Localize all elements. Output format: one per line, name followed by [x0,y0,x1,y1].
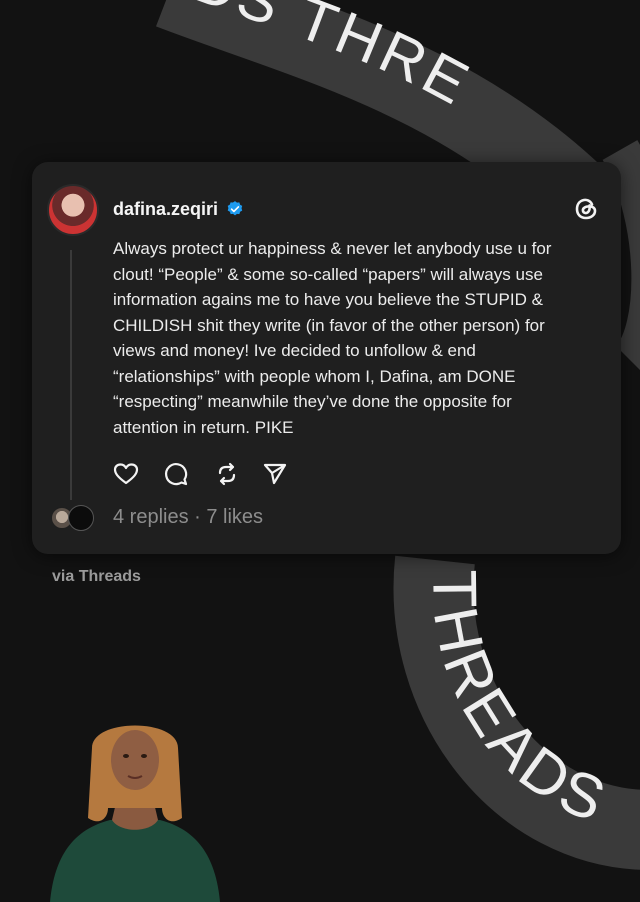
threads-logo-icon[interactable] [571,194,601,224]
ribbon-side [602,140,640,370]
author-avatar[interactable] [47,184,99,236]
ribbon-text-right: THREADS [419,569,618,836]
share-icon[interactable] [261,460,289,488]
repost-icon[interactable] [213,460,241,488]
verified-badge-icon [227,201,243,216]
heart-icon[interactable] [112,460,140,488]
post-body-text: Always protect ur happiness & never let … [113,239,552,437]
comment-icon[interactable] [162,460,190,488]
reply-avatars [51,505,97,531]
author-username[interactable]: dafina.zeqiri [113,199,218,220]
presenter-image [50,725,220,902]
ribbon-text-top: DS THRE [184,0,482,119]
post-stats[interactable]: 4 replies · 7 likes [113,506,263,529]
replier-avatar [68,505,94,531]
via-caption: via Threads [52,568,141,585]
thread-line [70,250,72,500]
